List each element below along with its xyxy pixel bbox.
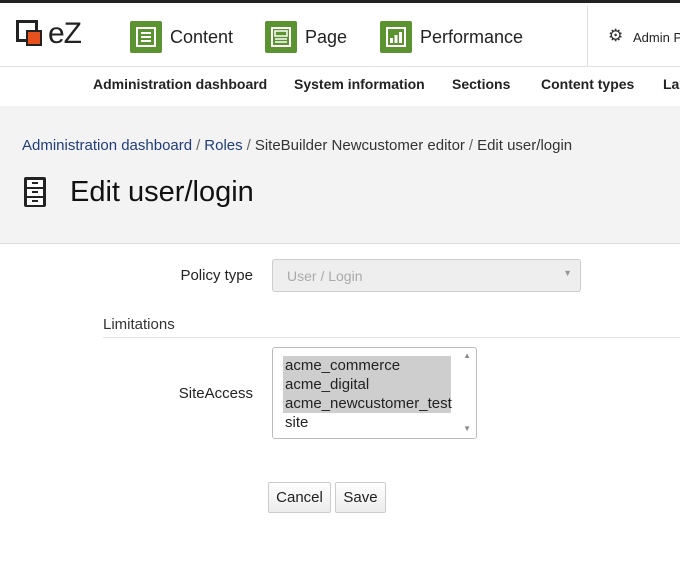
nav-tab-admin-label: Admin P [633,30,680,45]
breadcrumb-link-administration-dashboard[interactable]: Administration dashboard [22,137,192,154]
breadcrumb-separator: / [468,137,474,154]
subnav-item-system-information[interactable]: System information [294,76,425,92]
siteaccess-label: SiteAccess [178,385,253,402]
siteaccess-multiselect[interactable]: acme_commerce acme_digital acme_newcusto… [272,347,477,439]
siteaccess-option[interactable]: site [283,413,310,432]
chevron-down-icon: ▼ [563,268,572,278]
breadcrumb-item-current: Edit user/login [477,137,573,154]
gear-icon: ⚙ [608,26,624,45]
top-bar: eZ Content Page Performance ⚙ Admin P [0,0,680,69]
breadcrumb-separator: / [196,137,201,154]
scroll-down-icon[interactable]: ▼ [463,424,471,433]
subnav-item-languages[interactable]: La [663,76,679,92]
subnav-item-administration-dashboard[interactable]: Administration dashboard [93,76,267,92]
nav-tab-page[interactable]: Page [265,17,347,57]
cancel-button[interactable]: Cancel [268,482,331,513]
page-icon [265,21,297,53]
siteaccess-option[interactable]: acme_commerce [283,356,451,375]
nav-tab-content-label: Content [170,26,234,47]
logo-square-orange [26,30,42,46]
nav-tab-content[interactable]: Content [130,17,233,57]
policy-type-select[interactable]: User / Login ▼ [272,259,581,292]
siteaccess-option[interactable]: acme_newcustomer_test [283,394,452,413]
ez-logo[interactable]: eZ [14,17,94,53]
scroll-up-icon[interactable]: ▲ [463,351,471,360]
breadcrumb-item-role: SiteBuilder Newcustomer editor [254,137,465,154]
content-icon [130,21,162,53]
nav-tab-performance-label: Performance [420,26,524,47]
performance-icon [380,21,412,53]
policy-type-label: Policy type [180,267,253,284]
siteaccess-option[interactable]: acme_digital [283,375,451,394]
breadcrumb-link-roles[interactable]: Roles [204,137,242,154]
page-header: Administration dashboard / Roles / SiteBuild… [0,106,680,244]
logo-text: eZ [48,17,82,50]
page-title: Edit user/login [70,175,254,208]
subnav-item-sections[interactable]: Sections [452,76,510,92]
listbox-scrollbar[interactable]: ▲ ▼ [459,348,476,438]
nav-tab-page-label: Page [305,26,348,47]
role-cabinet-icon [24,177,46,207]
limitations-heading: Limitations [103,316,680,338]
nav-tab-admin[interactable]: ⚙ Admin P [587,6,680,69]
policy-type-value: User / Login [287,268,363,284]
breadcrumb-separator: / [246,137,251,154]
admin-subnav: Administration dashboard System informat… [0,66,680,106]
breadcrumb: Administration dashboard / Roles / SiteBuild… [22,137,572,154]
title-row: Edit user/login [22,172,254,212]
save-button[interactable]: Save [335,482,386,513]
subnav-item-content-types[interactable]: Content types [541,76,634,92]
nav-tab-performance[interactable]: Performance [380,17,523,57]
